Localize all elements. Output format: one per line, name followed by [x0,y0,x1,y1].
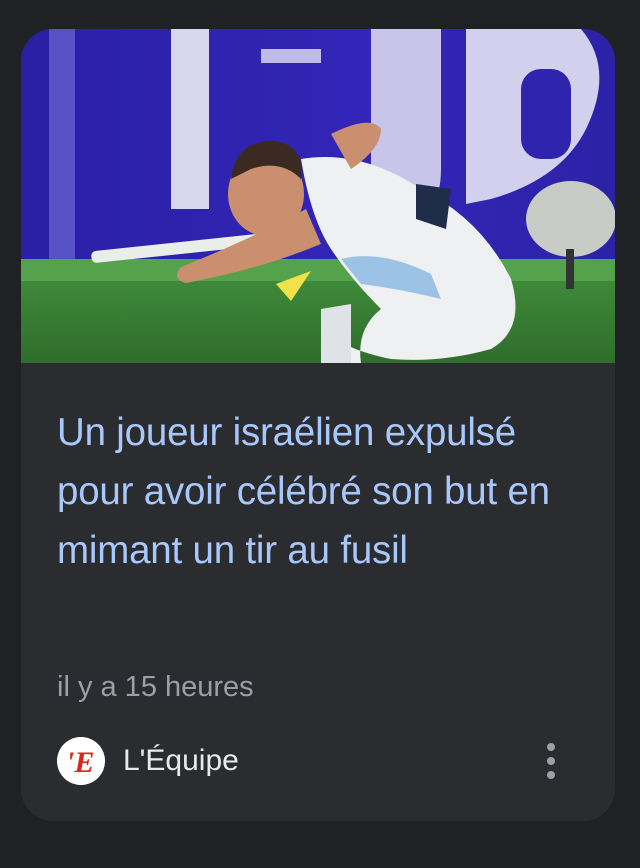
article-thumbnail[interactable] [21,29,615,363]
article-timestamp: il y a 15 heures [57,671,254,703]
more-vert-icon-dot [547,757,555,765]
more-vert-icon [547,743,555,751]
more-options-button[interactable] [533,735,569,787]
more-vert-icon-dot [547,771,555,779]
article-photo [21,29,615,363]
source-name: L'Équipe [123,744,239,777]
article-source[interactable]: 'E L'Équipe [57,737,239,785]
article-headline[interactable]: Un joueur israélien expulsé pour avoir c… [57,403,587,580]
lequipe-logo-icon: 'E [57,737,105,785]
news-card[interactable]: Un joueur israélien expulsé pour avoir c… [21,29,615,821]
svg-text:'E: 'E [66,746,94,779]
